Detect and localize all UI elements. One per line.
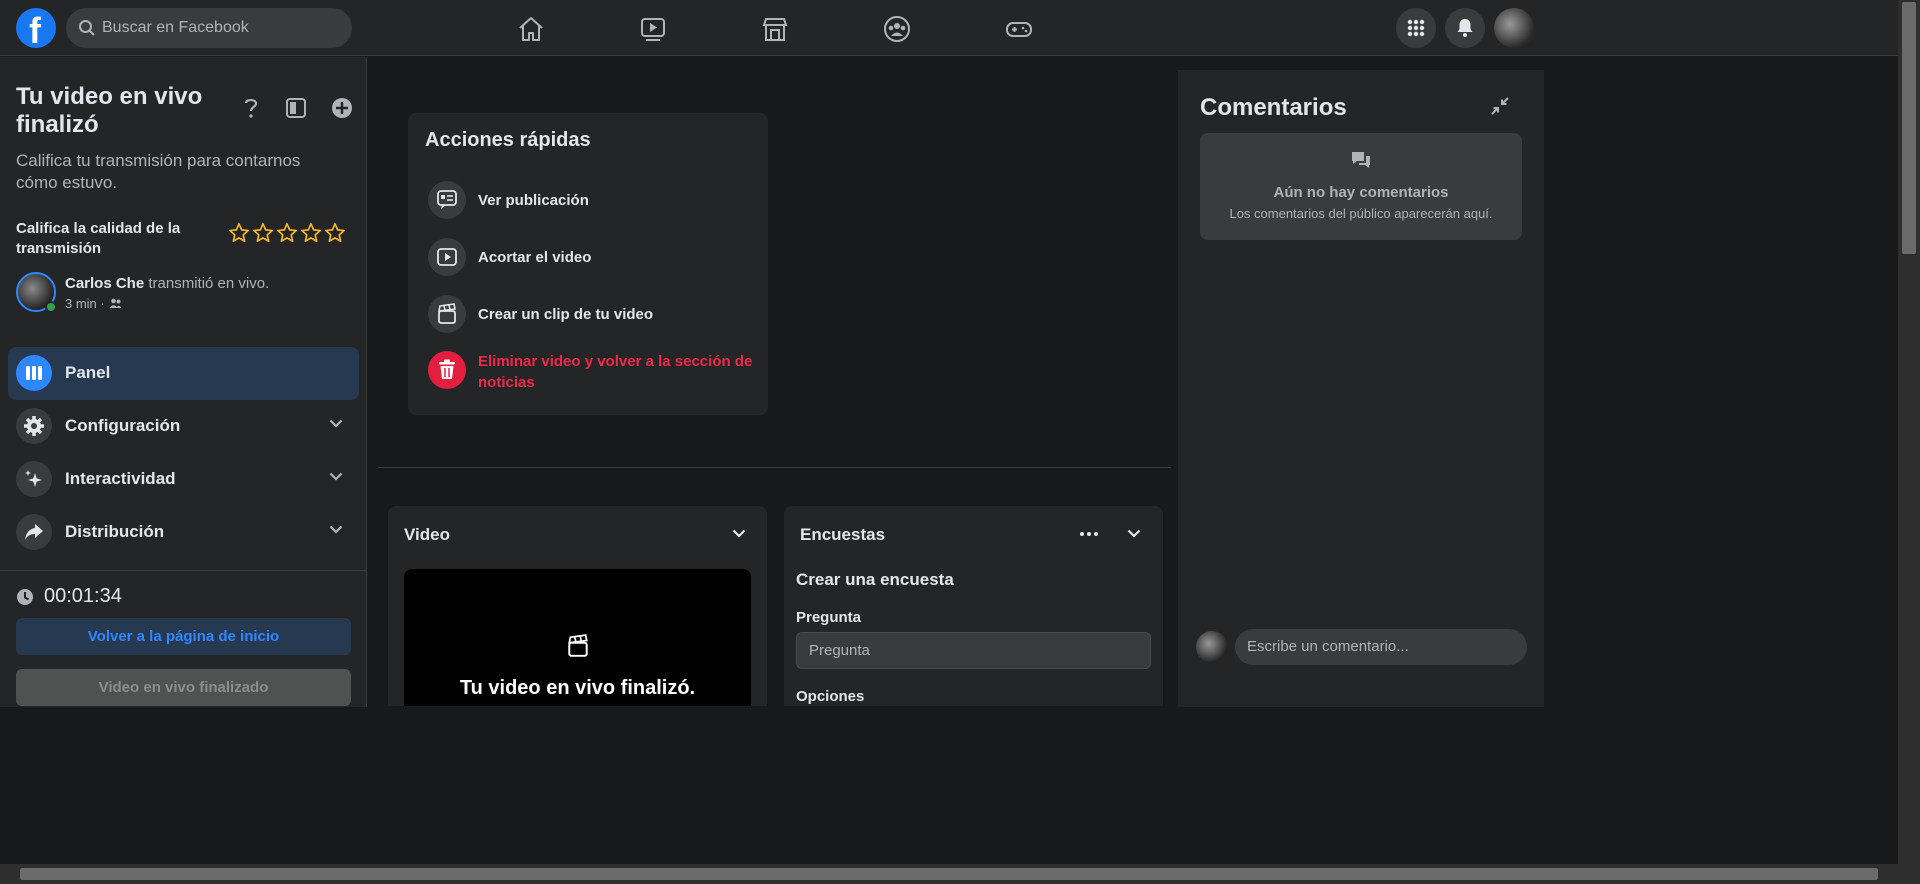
more-options-icon[interactable] <box>1080 532 1098 536</box>
empty-comments-box: Aún no hay comentarios Los comentarios d… <box>1200 133 1522 240</box>
sidebar-toggle-icon[interactable] <box>285 97 307 119</box>
divider <box>0 570 367 571</box>
facebook-logo[interactable]: f <box>16 8 56 51</box>
chevron-down-icon[interactable] <box>732 529 746 538</box>
streamer-action: transmitió en vivo. <box>144 275 270 292</box>
sidebar-item-label: Distribución <box>65 522 165 541</box>
empty-comments-title: Aún no hay comentarios <box>1273 184 1449 201</box>
chat-bubbles-icon <box>1352 152 1370 168</box>
gear-icon <box>16 408 52 444</box>
top-navigation-bar: f Buscar en Facebook <box>0 0 1898 56</box>
search-input[interactable]: Buscar en Facebook <box>102 19 249 37</box>
options-label: Opciones <box>796 688 865 705</box>
page-title: Tu video en vivo finalizó <box>16 83 203 138</box>
sidebar-item-label: Configuración <box>65 416 181 435</box>
post-icon <box>428 181 466 219</box>
comments-panel: Comentarios Aún no hay comentarios Los c… <box>1178 70 1544 707</box>
rating-prompt: Califica tu transmisión para contarnos c… <box>16 151 301 192</box>
action-label: Ver publicación <box>478 192 589 209</box>
comment-input[interactable]: Escribe un comentario... <box>1235 629 1527 665</box>
chevron-down-icon <box>329 525 343 534</box>
chevron-down-icon[interactable] <box>1127 529 1141 538</box>
horizontal-scrollbar[interactable] <box>0 864 1898 884</box>
chevron-down-icon <box>329 419 343 428</box>
action-label: Eliminar video y volver a la sección de … <box>478 353 753 391</box>
groups-icon[interactable] <box>882 14 912 44</box>
sidebar-item-label: Panel <box>65 363 111 382</box>
scrollbar-thumb[interactable] <box>1902 2 1916 254</box>
star-icon[interactable] <box>252 222 274 244</box>
action-label: Crear un clip de tu video <box>478 306 654 323</box>
account-avatar[interactable] <box>1494 8 1534 48</box>
home-icon[interactable] <box>516 14 546 44</box>
action-label: Acortar el video <box>478 249 592 266</box>
add-circle-icon[interactable] <box>330 96 354 120</box>
search-icon <box>79 20 95 36</box>
live-ended-button: Video en vivo finalizado <box>16 669 351 706</box>
timer-value: 00:01:34 <box>44 585 122 607</box>
clapper-icon <box>428 295 466 333</box>
help-icon[interactable] <box>242 97 260 119</box>
play-icon <box>428 238 466 276</box>
grid-icon <box>1407 19 1425 37</box>
streamer-name[interactable]: Carlos Che <box>65 275 144 292</box>
back-to-home-button[interactable]: Volver a la página de inicio <box>16 618 351 655</box>
panel-icon <box>16 355 52 391</box>
question-input[interactable]: Pregunta <box>796 632 1151 669</box>
rating-label: Califica la calidad de la transmisión <box>16 220 181 257</box>
empty-comments-subtitle: Los comentarios del público aparecerán a… <box>1229 206 1493 221</box>
gaming-icon[interactable] <box>1004 14 1034 44</box>
bell-icon <box>1457 19 1473 37</box>
polls-card: Encuestas Crear una encuesta Pregunta Pr… <box>784 506 1163 706</box>
commenter-avatar[interactable] <box>1196 631 1228 663</box>
video-ended-message: Tu video en vivo finalizó. <box>459 677 696 699</box>
question-label: Pregunta <box>796 609 862 626</box>
vertical-scrollbar[interactable] <box>1898 0 1920 864</box>
video-player[interactable]: Tu video en vivo finalizó. <box>404 569 751 706</box>
star-icon[interactable] <box>300 222 322 244</box>
stream-time: 3 min · <box>65 296 122 311</box>
chevron-down-icon <box>329 472 343 481</box>
friends-audience-icon <box>109 298 122 308</box>
menu-grid-button[interactable] <box>1396 8 1436 48</box>
sidebar-item-interactividad[interactable]: Interactividad <box>8 453 359 506</box>
clapper-icon <box>568 634 588 657</box>
sparkle-icon <box>16 461 52 497</box>
video-card: Video Tu video en vivo finalizó. <box>388 506 767 706</box>
star-rating <box>228 222 346 244</box>
quick-actions-title: Acciones rápidas <box>425 129 591 151</box>
sidebar-item-label: Interactividad <box>65 469 176 488</box>
stream-timer: 00:01:34 <box>16 585 122 608</box>
star-icon[interactable] <box>228 222 250 244</box>
online-status-dot <box>45 301 57 313</box>
notifications-button[interactable] <box>1445 8 1485 48</box>
star-icon[interactable] <box>324 222 346 244</box>
star-icon[interactable] <box>276 222 298 244</box>
comments-title: Comentarios <box>1200 94 1347 121</box>
create-poll-heading: Crear una encuesta <box>796 570 954 589</box>
collapse-icon[interactable] <box>1490 96 1510 116</box>
share-icon <box>16 514 52 550</box>
streamer-info: Carlos Che transmitió en vivo. <box>65 275 269 292</box>
sidebar-item-configuracion[interactable]: Configuración <box>8 400 359 453</box>
marketplace-icon[interactable] <box>760 14 790 44</box>
video-card-title: Video <box>404 525 450 544</box>
watch-icon[interactable] <box>638 14 668 44</box>
trash-icon <box>428 351 466 389</box>
clock-icon <box>17 588 33 605</box>
live-producer-sidebar: Tu video en vivo finalizó Califica tu tr… <box>0 57 367 707</box>
scrollbar-corner <box>1898 864 1920 884</box>
quick-actions-card: Acciones rápidas Ver publicación Acortar… <box>408 113 768 415</box>
sidebar-item-distribucion[interactable]: Distribución <box>8 506 359 559</box>
polls-card-title: Encuestas <box>800 525 886 544</box>
scrollbar-thumb[interactable] <box>20 868 1878 880</box>
search-field[interactable]: Buscar en Facebook <box>66 8 352 48</box>
divider <box>378 467 1171 468</box>
sidebar-item-panel[interactable]: Panel <box>8 347 359 400</box>
stream-time-text: 3 min · <box>65 296 105 311</box>
